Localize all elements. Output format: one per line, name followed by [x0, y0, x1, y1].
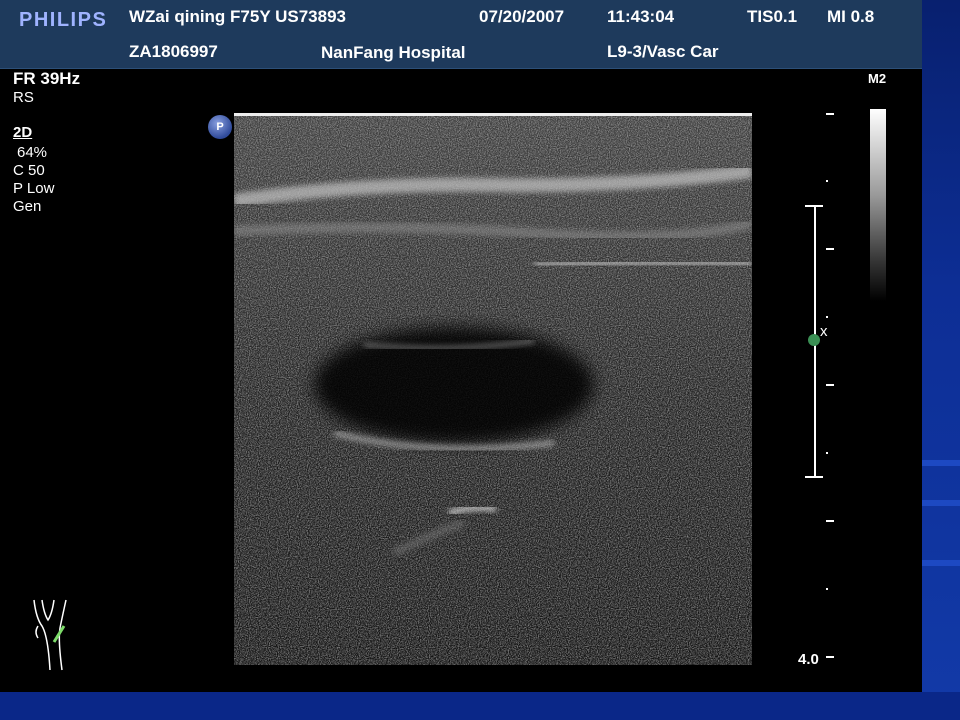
mode-label: 2D — [13, 124, 33, 141]
depth-tick — [826, 384, 834, 386]
slide-background-bottom — [0, 692, 960, 720]
slide-stripe — [922, 460, 960, 466]
mi-value: MI 0.8 — [827, 7, 875, 26]
depth-tick — [826, 520, 834, 522]
gray-map-label: M2 — [868, 71, 887, 86]
patient-id: ZA1806997 — [129, 42, 218, 61]
philips-logo: PHILIPS — [19, 9, 108, 31]
rs-label: RS — [13, 89, 34, 106]
carotid-body-marker-icon — [33, 599, 67, 671]
focus-marker-dot[interactable] — [808, 334, 820, 346]
hospital-name: NanFang Hospital — [321, 43, 466, 62]
ultrasound-image — [234, 113, 752, 665]
depth-tick — [826, 316, 828, 318]
patient-info: WZai qining F75Y US73893 — [129, 7, 346, 26]
gray-scale-bar — [870, 109, 886, 301]
depth-tick — [826, 588, 828, 590]
probe-orientation-badge: P — [208, 115, 232, 139]
slide-stripe — [922, 500, 960, 506]
depth-value: 4.0 — [798, 651, 819, 668]
probe-preset: L9-3/Vasc Car — [607, 42, 719, 61]
slide-stripe — [922, 560, 960, 566]
gain-value: 64% — [17, 144, 48, 161]
depth-tick — [826, 248, 834, 250]
exam-time: 11:43:04 — [607, 7, 675, 26]
tis-value: TIS0.1 — [747, 7, 798, 26]
depth-tick — [826, 452, 828, 454]
slide-background-right — [922, 0, 960, 720]
depth-tick — [826, 180, 828, 182]
compression-value: C 50 — [13, 162, 45, 179]
persistence-value: P Low — [13, 180, 55, 197]
depth-tick — [826, 656, 834, 658]
frame-rate: FR 39Hz — [13, 69, 81, 88]
gen-label: Gen — [13, 198, 42, 215]
bracket-bottom — [805, 476, 823, 478]
depth-tick — [826, 113, 834, 115]
exam-date: 07/20/2007 — [479, 7, 565, 26]
focus-marker-x: x — [820, 323, 828, 340]
ultrasound-header: PHILIPS WZai qining F75Y US73893 07/20/2… — [0, 0, 922, 69]
